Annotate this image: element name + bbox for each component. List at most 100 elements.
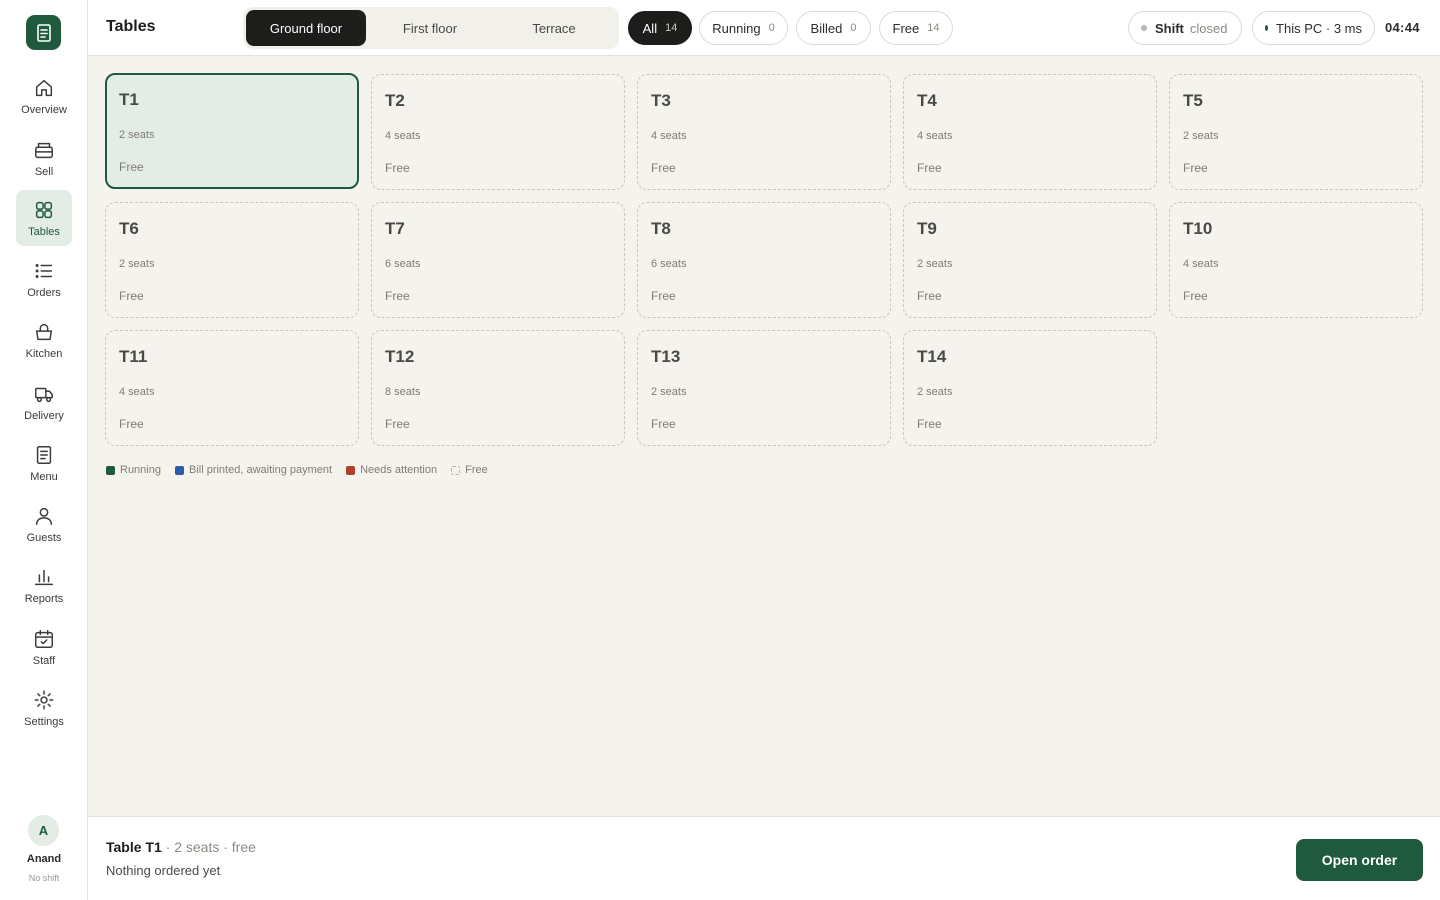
table-seats: 2 seats: [917, 258, 953, 270]
table-name: T14: [917, 347, 947, 366]
selected-table-note: Nothing ordered yet: [106, 863, 221, 878]
sidebar-item-overview[interactable]: Overview: [16, 68, 72, 124]
delivery-icon: [35, 387, 53, 402]
table-card-t5[interactable]: T5 2 seats Free: [1169, 74, 1423, 190]
sidebar-item-label: Overview: [21, 103, 67, 116]
legend-item-attention: Needs attention: [346, 464, 437, 476]
table-status: Free: [651, 417, 676, 431]
tab-first-floor[interactable]: First floor: [370, 10, 490, 46]
bar-chart-icon: [35, 569, 53, 585]
table-status: Free: [651, 161, 676, 175]
table-status: Free: [917, 417, 942, 431]
legend-swatch: [174, 465, 184, 475]
table-name: T3: [651, 91, 671, 110]
tab-ground-floor[interactable]: Ground floor: [246, 10, 366, 46]
top-bar: Tables Ground floor First floor Terrace …: [88, 0, 1440, 56]
sidebar-item-label: Guests: [26, 531, 62, 544]
table-name: T8: [651, 219, 671, 238]
table-name: T13: [651, 347, 681, 366]
selected-table-meta: · 2 seats · free: [161, 839, 256, 855]
filter-count: 0: [850, 22, 857, 34]
table-name: T5: [1183, 91, 1203, 110]
tab-terrace[interactable]: Terrace: [494, 10, 614, 46]
filter-free[interactable]: Free 14: [879, 11, 953, 45]
table-card-t9[interactable]: T9 2 seats Free: [903, 202, 1157, 318]
sidebar-item-staff[interactable]: Staff: [16, 619, 72, 675]
table-card-t12[interactable]: T12 8 seats Free: [371, 330, 625, 446]
table-seats: 4 seats: [1183, 258, 1219, 270]
table-card-t8[interactable]: T8 6 seats Free: [637, 202, 891, 318]
home-icon: [35, 79, 53, 96]
table-card-t14[interactable]: T14 2 seats Free: [903, 330, 1157, 446]
table-status: Free: [1183, 161, 1208, 175]
table-card-t11[interactable]: T11 4 seats Free: [105, 330, 359, 446]
sidebar-item-kitchen[interactable]: Kitchen: [16, 312, 72, 368]
filter-running[interactable]: Running 0: [699, 11, 788, 45]
filter-count: 14: [927, 22, 940, 34]
table-seats: 2 seats: [119, 258, 155, 270]
user-shift-status: No shift: [28, 873, 60, 883]
table-status: Free: [385, 289, 410, 303]
table-seats: 2 seats: [651, 386, 687, 398]
legend-label: Needs attention: [360, 464, 438, 476]
sidebar-item-menu[interactable]: Menu: [16, 435, 72, 491]
sidebar-item-label: Settings: [24, 715, 64, 728]
grid-icon: [35, 201, 53, 218]
table-status: Free: [119, 417, 144, 431]
register-icon: [35, 142, 53, 158]
table-card-t7[interactable]: T7 6 seats Free: [371, 202, 625, 318]
sidebar-item-delivery[interactable]: Delivery: [16, 374, 72, 430]
sidebar-item-label: Delivery: [24, 409, 64, 422]
open-order-button[interactable]: Open order: [1296, 839, 1423, 881]
sidebar-item-label: Kitchen: [25, 347, 63, 360]
calendar-check-icon: [35, 629, 53, 648]
legend-item-free: Free: [451, 464, 488, 476]
connection-status-dot: [1265, 25, 1269, 31]
connection-label: This PC · 3 ms: [1276, 20, 1362, 36]
table-status: Free: [119, 289, 144, 303]
sidebar-item-tables[interactable]: Tables: [16, 190, 72, 246]
legend-label: Free: [465, 464, 488, 476]
filter-label: Running: [712, 20, 761, 36]
table-status: Free: [119, 160, 144, 174]
filter-all[interactable]: All 14: [628, 11, 692, 45]
table-status: Free: [385, 417, 410, 431]
table-status: Free: [651, 289, 676, 303]
table-card-t2[interactable]: T2 4 seats Free: [371, 74, 625, 190]
legend-label: Bill printed, awaiting payment: [188, 464, 333, 476]
table-name: T1: [119, 90, 139, 109]
filter-label: All: [642, 20, 658, 36]
table-status: Free: [917, 289, 942, 303]
selected-table-name: Table T1: [106, 839, 162, 855]
table-seats: 4 seats: [917, 130, 953, 142]
sidebar-item-orders[interactable]: Orders: [16, 251, 72, 307]
table-card-t4[interactable]: T4 4 seats Free: [903, 74, 1157, 190]
app-logo[interactable]: [26, 15, 61, 50]
list-icon: [35, 263, 53, 278]
sidebar-item-settings[interactable]: Settings: [16, 680, 72, 736]
sidebar-item-sell[interactable]: Sell: [16, 130, 72, 186]
table-name: T10: [1183, 219, 1213, 238]
table-status: Free: [917, 161, 942, 175]
table-seats: 4 seats: [385, 130, 421, 142]
table-card-t10[interactable]: T10 4 seats Free: [1169, 202, 1423, 318]
legend-swatch: [106, 465, 115, 475]
table-card-t13[interactable]: T13 2 seats Free: [637, 330, 891, 446]
sidebar-item-reports[interactable]: Reports: [16, 557, 72, 613]
legend-item-billed: Bill printed, awaiting payment: [174, 464, 333, 476]
table-seats: 2 seats: [917, 386, 953, 398]
shift-status[interactable]: Shift closed: [1128, 11, 1242, 45]
table-status: Free: [1183, 289, 1208, 303]
shift-value: closed: [1189, 20, 1228, 36]
sidebar-item-guests[interactable]: Guests: [16, 496, 72, 552]
table-card-t6[interactable]: T6 2 seats Free: [105, 202, 359, 318]
filter-billed[interactable]: Billed 0: [796, 11, 871, 45]
table-card-t1[interactable]: T1 2 seats Free: [105, 73, 359, 189]
connection-status[interactable]: This PC · 3 ms: [1252, 11, 1375, 45]
table-name: T11: [119, 347, 148, 366]
page-title: Tables: [106, 18, 156, 35]
avatar[interactable]: A: [28, 815, 59, 846]
selected-table-footer: Table T1 · 2 seats · free Nothing ordere…: [88, 816, 1440, 900]
table-seats: 2 seats: [119, 129, 155, 141]
table-card-t3[interactable]: T3 4 seats Free: [637, 74, 891, 190]
